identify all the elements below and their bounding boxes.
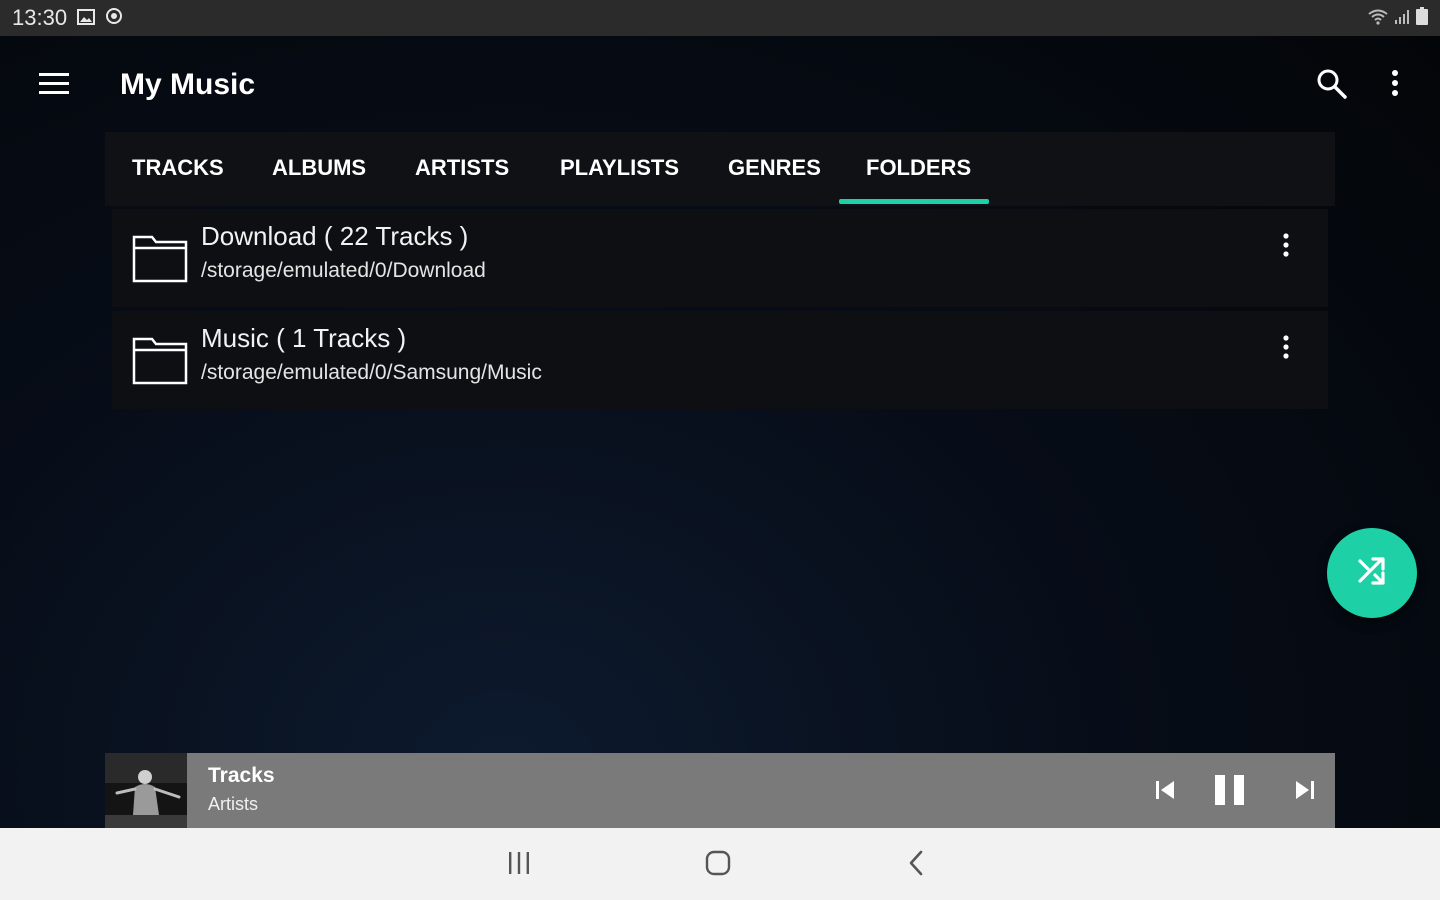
list-item[interactable]: Music ( 1 Tracks ) /storage/emulated/0/S…	[112, 311, 1328, 409]
album-art	[105, 753, 187, 828]
folder-name: Music ( 1 Tracks )	[201, 323, 407, 353]
folder-icon	[132, 233, 188, 283]
tab-tracks[interactable]: TRACKS	[132, 132, 224, 206]
folder-name: Download ( 22 Tracks )	[201, 221, 469, 251]
now-playing-artist: Artists	[208, 794, 259, 814]
system-nav-bar	[0, 828, 1440, 900]
gallery-icon	[77, 5, 96, 31]
skip-next-icon[interactable]	[1293, 778, 1317, 802]
status-bar-left: 13:30	[12, 5, 123, 31]
sync-icon	[105, 5, 123, 31]
page-title: My Music	[120, 68, 256, 101]
tab-playlists[interactable]: PLAYLISTS	[560, 132, 679, 206]
tab-albums[interactable]: ALBUMS	[272, 132, 366, 206]
selected-tab-indicator	[839, 199, 989, 204]
status-bar: 13:30	[0, 0, 1440, 36]
folder-path: /storage/emulated/0/Samsung/Music	[201, 361, 542, 384]
folder-path: /storage/emulated/0/Download	[201, 259, 486, 282]
mini-player[interactable]: Tracks Artists	[105, 753, 1335, 828]
battery-icon	[1416, 5, 1428, 31]
search-icon[interactable]	[1314, 66, 1350, 102]
more-vertical-icon[interactable]	[1274, 333, 1298, 363]
status-time: 13:30	[12, 5, 68, 30]
status-bar-right	[1368, 5, 1428, 31]
menu-icon[interactable]	[36, 70, 72, 98]
tab-genres[interactable]: GENRES	[728, 132, 821, 206]
app-bar: My Music	[0, 36, 1440, 132]
skip-previous-icon[interactable]	[1153, 778, 1177, 802]
recents-icon[interactable]	[506, 850, 532, 876]
shuffle-button[interactable]	[1327, 528, 1417, 618]
back-icon[interactable]	[904, 849, 928, 877]
wifi-icon	[1368, 5, 1388, 31]
folder-icon	[132, 335, 188, 385]
more-vertical-icon[interactable]	[1274, 231, 1298, 261]
shuffle-icon	[1355, 554, 1389, 593]
signal-icon	[1394, 5, 1410, 31]
tab-bar: TRACKS ALBUMS ARTISTS PLAYLISTS GENRES F…	[105, 132, 1335, 206]
more-vertical-icon[interactable]	[1384, 66, 1406, 102]
home-icon[interactable]	[704, 849, 732, 877]
pause-icon[interactable]	[1213, 773, 1247, 807]
tab-artists[interactable]: ARTISTS	[415, 132, 509, 206]
now-playing-title: Tracks	[208, 764, 275, 787]
tab-folders[interactable]: FOLDERS	[866, 132, 971, 206]
list-item[interactable]: Download ( 22 Tracks ) /storage/emulated…	[112, 209, 1328, 307]
